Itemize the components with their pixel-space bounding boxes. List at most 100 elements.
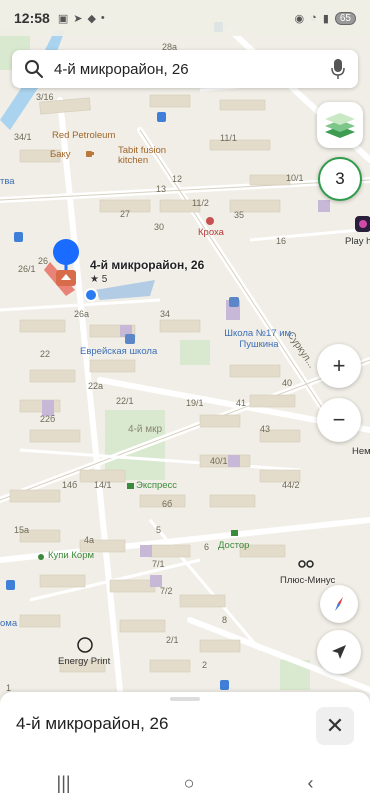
house-number: 2 (202, 660, 208, 670)
poi-partial[interactable]: ома (0, 618, 17, 629)
sheet-handle[interactable] (170, 697, 200, 701)
poi-jewish-school[interactable]: Еврейская школа (80, 346, 157, 357)
house-number: 6б (162, 499, 173, 509)
microphone-icon[interactable] (330, 58, 346, 80)
poi-express[interactable]: Экспресс (136, 480, 177, 491)
signal-icon: ▮ (322, 12, 329, 25)
paw-icon (38, 554, 44, 560)
house-number: 43 (260, 424, 271, 434)
layers-icon (325, 113, 355, 138)
kindergarten-icon (206, 217, 214, 225)
house-number: 11/1 (220, 133, 237, 143)
district-label: 4-й мкр (128, 424, 163, 435)
close-button[interactable]: ✕ (316, 707, 354, 745)
poi-kupi-korm[interactable]: Купи Корм (48, 550, 94, 561)
house-number: 22a (88, 381, 104, 391)
poi-nem[interactable]: Нем (352, 446, 370, 457)
minus-icon: − (332, 407, 346, 432)
bus-stop-icon (6, 580, 15, 590)
house-number: 7/2 (160, 586, 173, 596)
navigation-arrow-icon (332, 645, 346, 659)
wifi-icon: ◔ (310, 12, 317, 24)
close-icon: ✕ (325, 713, 345, 738)
house-number: 5 (156, 525, 162, 535)
house-number: 6 (204, 542, 210, 552)
poi-kroha[interactable]: Кроха (198, 227, 224, 238)
poi-plus-minus[interactable]: Плюс-Минус (280, 575, 335, 586)
poi-play[interactable]: Play h (345, 236, 370, 247)
game-icon (355, 216, 370, 232)
system-nav-bar: ||| ○ ‹ (0, 764, 370, 803)
poi-tabit-fusion-kitchen[interactable]: Tabit fusion kitchen (118, 146, 168, 166)
house-number: 22б (40, 414, 56, 424)
layers-button[interactable] (317, 102, 363, 148)
house-number: 7/1 (152, 559, 165, 569)
shop-icon (127, 483, 134, 489)
house-number: 8 (222, 615, 228, 625)
house-number: 26 (38, 256, 49, 266)
house-number: 14б (62, 480, 78, 490)
house-number: 26/1 (18, 264, 36, 274)
search-query[interactable]: 4-й микрорайон, 26 (54, 61, 189, 78)
poi-school-17[interactable]: Школа №17 им. Пушкина (214, 328, 304, 350)
house-number: 22 (40, 349, 51, 359)
house-number: 12 (172, 174, 183, 184)
place-sheet[interactable]: 4-й микрорайон, 26 ✕ (0, 692, 370, 764)
house-number: 34 (160, 309, 171, 319)
house-number: 2/1 (166, 635, 179, 645)
back-button[interactable]: ‹ (307, 773, 313, 794)
compass-button[interactable] (320, 585, 358, 623)
search-icon (25, 60, 43, 78)
bus-stop-icon (14, 232, 23, 242)
house-number: 30 (154, 222, 165, 232)
printer-icon (77, 637, 93, 653)
search-bar[interactable]: 4-й микрорайон, 26 (12, 50, 358, 88)
poi-energy-print[interactable]: Energy Print (58, 656, 110, 667)
house-number: 44/2 (282, 480, 300, 490)
zoom-in-button[interactable]: + (317, 344, 361, 388)
home-button[interactable]: ○ (184, 773, 195, 794)
house-number: 10/1 (286, 173, 304, 183)
compass-icon (335, 597, 343, 611)
bus-stop-icon (157, 112, 166, 122)
house-number: 40 (282, 378, 293, 388)
house-number: 11/2 (192, 198, 209, 208)
poi-partial[interactable]: тва (0, 176, 15, 187)
house-number: 15a (14, 525, 30, 535)
my-location-dot (84, 288, 98, 302)
school-icon (125, 334, 135, 344)
house-number: 4a (84, 535, 95, 545)
house-number: 40/1 (210, 456, 228, 466)
house-number: 3/16 (36, 92, 54, 102)
glasses-icon (298, 560, 314, 568)
telegram-icon: ➤ (73, 12, 83, 25)
poi-dostor[interactable]: Достор (218, 540, 249, 551)
poi-red-petroleum[interactable]: Red Petroleum (52, 130, 115, 141)
my-location-button[interactable] (317, 630, 361, 674)
zoom-out-button[interactable]: − (317, 398, 361, 442)
status-time: 12:58 (14, 10, 50, 26)
school-icon (229, 297, 239, 307)
status-bar: 12:58 ▣ ➤ ◆ • ◉ ◔ ▮ 65 (0, 0, 370, 36)
pin-title[interactable]: 4-й микрорайон, 26 (90, 258, 204, 272)
poi-baku[interactable]: Баку (50, 149, 71, 160)
location-icon: ◉ (294, 12, 305, 25)
traffic-score-button[interactable]: 3 (318, 157, 362, 201)
battery-indicator: 65 (334, 11, 356, 25)
map-view[interactable]: 28a 3/16 34/1 26/1 26 26a 22 22a 22б 22/… (0, 0, 370, 695)
shop-icon (231, 530, 238, 536)
cafe-icon (86, 151, 94, 157)
house-number: 16 (276, 236, 287, 246)
traffic-score: 3 (335, 169, 345, 188)
dot-icon: • (100, 11, 105, 24)
pin-rating: ★ 5 (90, 274, 108, 285)
house-number: 19/1 (186, 398, 204, 408)
sim-icon: ▣ (57, 12, 69, 25)
maps-icon: ◆ (87, 12, 96, 25)
house-number: 34/1 (14, 132, 32, 142)
notification-icons: ▣ ➤ ◆ • (58, 12, 105, 25)
recent-apps-button[interactable]: ||| (57, 773, 71, 794)
plus-icon: + (332, 353, 346, 378)
place-title: 4-й микрорайон, 26 (16, 714, 169, 733)
house-number: 26a (74, 309, 90, 319)
